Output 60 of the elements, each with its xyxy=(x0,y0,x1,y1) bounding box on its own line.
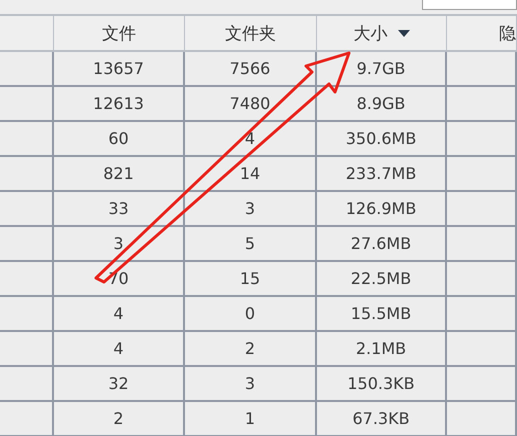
table-cell: 14 xyxy=(185,157,317,192)
table-cell xyxy=(0,192,54,227)
table-cell xyxy=(0,367,54,402)
table-cell: 7480 xyxy=(185,87,317,122)
table-cell: 7566 xyxy=(185,52,317,87)
table-cell xyxy=(0,227,54,262)
table-cell xyxy=(447,157,517,192)
table-cell xyxy=(447,52,517,87)
table-cell xyxy=(447,402,517,436)
column-header[interactable] xyxy=(0,14,54,52)
table-cell xyxy=(447,367,517,402)
table-cell: 1 xyxy=(185,402,317,436)
table-cell: 8.9GB xyxy=(317,87,447,122)
column-header[interactable]: 隐 xyxy=(447,14,517,52)
table-cell: 233.7MB xyxy=(317,157,447,192)
table-cell xyxy=(0,52,54,87)
table-cell xyxy=(447,262,517,297)
table-cell xyxy=(447,122,517,157)
table-cell xyxy=(0,402,54,436)
table-cell: 33 xyxy=(54,192,185,227)
table-cell: 27.6MB xyxy=(317,227,447,262)
table-cell xyxy=(0,122,54,157)
table-cell: 15.5MB xyxy=(317,297,447,332)
table-cell: 60 xyxy=(54,122,185,157)
table-cell: 67.3KB xyxy=(317,402,447,436)
table-cell xyxy=(447,227,517,262)
table-cell: 2 xyxy=(54,402,185,436)
table-cell: 13657 xyxy=(54,52,185,87)
table-cell: 0 xyxy=(185,297,317,332)
table-cell xyxy=(447,192,517,227)
table-cell xyxy=(0,297,54,332)
table-cell xyxy=(0,332,54,367)
table-cell xyxy=(0,262,54,297)
table-cell: 150.3KB xyxy=(317,367,447,402)
table-cell: 350.6MB xyxy=(317,122,447,157)
table-cell xyxy=(447,87,517,122)
table-cell: 32 xyxy=(54,367,185,402)
table-cell: 3 xyxy=(185,192,317,227)
column-header[interactable]: 文件 xyxy=(54,14,185,52)
table-cell: 4 xyxy=(185,122,317,157)
table-cell: 2.1MB xyxy=(317,332,447,367)
table-cell xyxy=(0,157,54,192)
column-header[interactable]: 大小 xyxy=(317,14,447,52)
table-cell: 821 xyxy=(54,157,185,192)
table-cell: 9.7GB xyxy=(317,52,447,87)
table-cell: 3 xyxy=(54,227,185,262)
table-cell: 15 xyxy=(185,262,317,297)
table-cell: 22.5MB xyxy=(317,262,447,297)
table-cell xyxy=(447,297,517,332)
table-cell: 3 xyxy=(185,367,317,402)
table-cell: 2 xyxy=(185,332,317,367)
table-cell xyxy=(0,87,54,122)
column-header[interactable]: 文件夹 xyxy=(185,14,317,52)
table-cell: 5 xyxy=(185,227,317,262)
search-field[interactable] xyxy=(422,0,517,10)
table-cell: 4 xyxy=(54,332,185,367)
table-cell: 126.9MB xyxy=(317,192,447,227)
table-cell: 4 xyxy=(54,297,185,332)
table-cell xyxy=(447,332,517,367)
table-cell: 12613 xyxy=(54,87,185,122)
